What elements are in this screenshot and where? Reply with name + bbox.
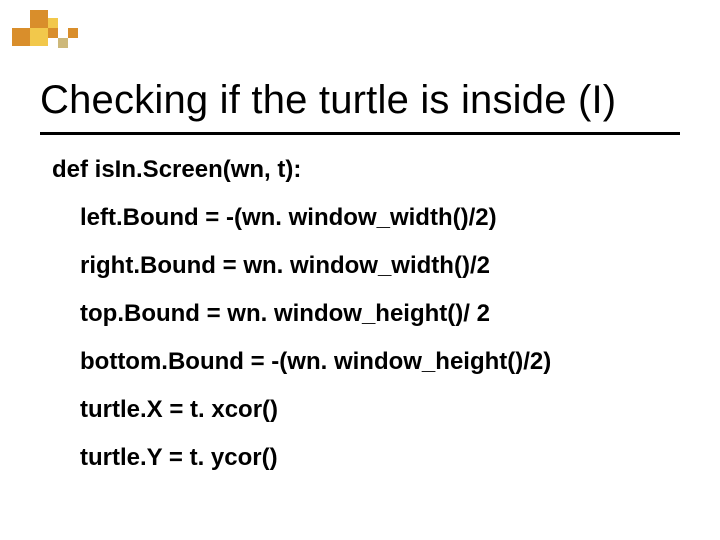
deco-square (30, 10, 48, 28)
code-line: def isIn.Screen(wn, t): (52, 158, 680, 182)
code-line: turtle.Y = t. ycor() (52, 446, 680, 470)
deco-square (68, 28, 78, 38)
code-line: bottom.Bound = -(wn. window_height()/2) (52, 350, 680, 374)
code-line: turtle.X = t. xcor() (52, 398, 680, 422)
slide: Checking if the turtle is inside (I) def… (0, 0, 720, 540)
deco-square (58, 38, 68, 48)
code-line: right.Bound = wn. window_width()/2 (52, 254, 680, 278)
code-block: def isIn.Screen(wn, t): left.Bound = -(w… (52, 158, 680, 494)
deco-square (30, 28, 48, 46)
code-line: left.Bound = -(wn. window_width()/2) (52, 206, 680, 230)
deco-square (48, 18, 58, 28)
title-underline (40, 132, 680, 135)
slide-title: Checking if the turtle is inside (I) (40, 78, 690, 123)
corner-decoration (12, 8, 92, 58)
code-line: top.Bound = wn. window_height()/ 2 (52, 302, 680, 326)
deco-square (12, 28, 30, 46)
deco-square (48, 28, 58, 38)
